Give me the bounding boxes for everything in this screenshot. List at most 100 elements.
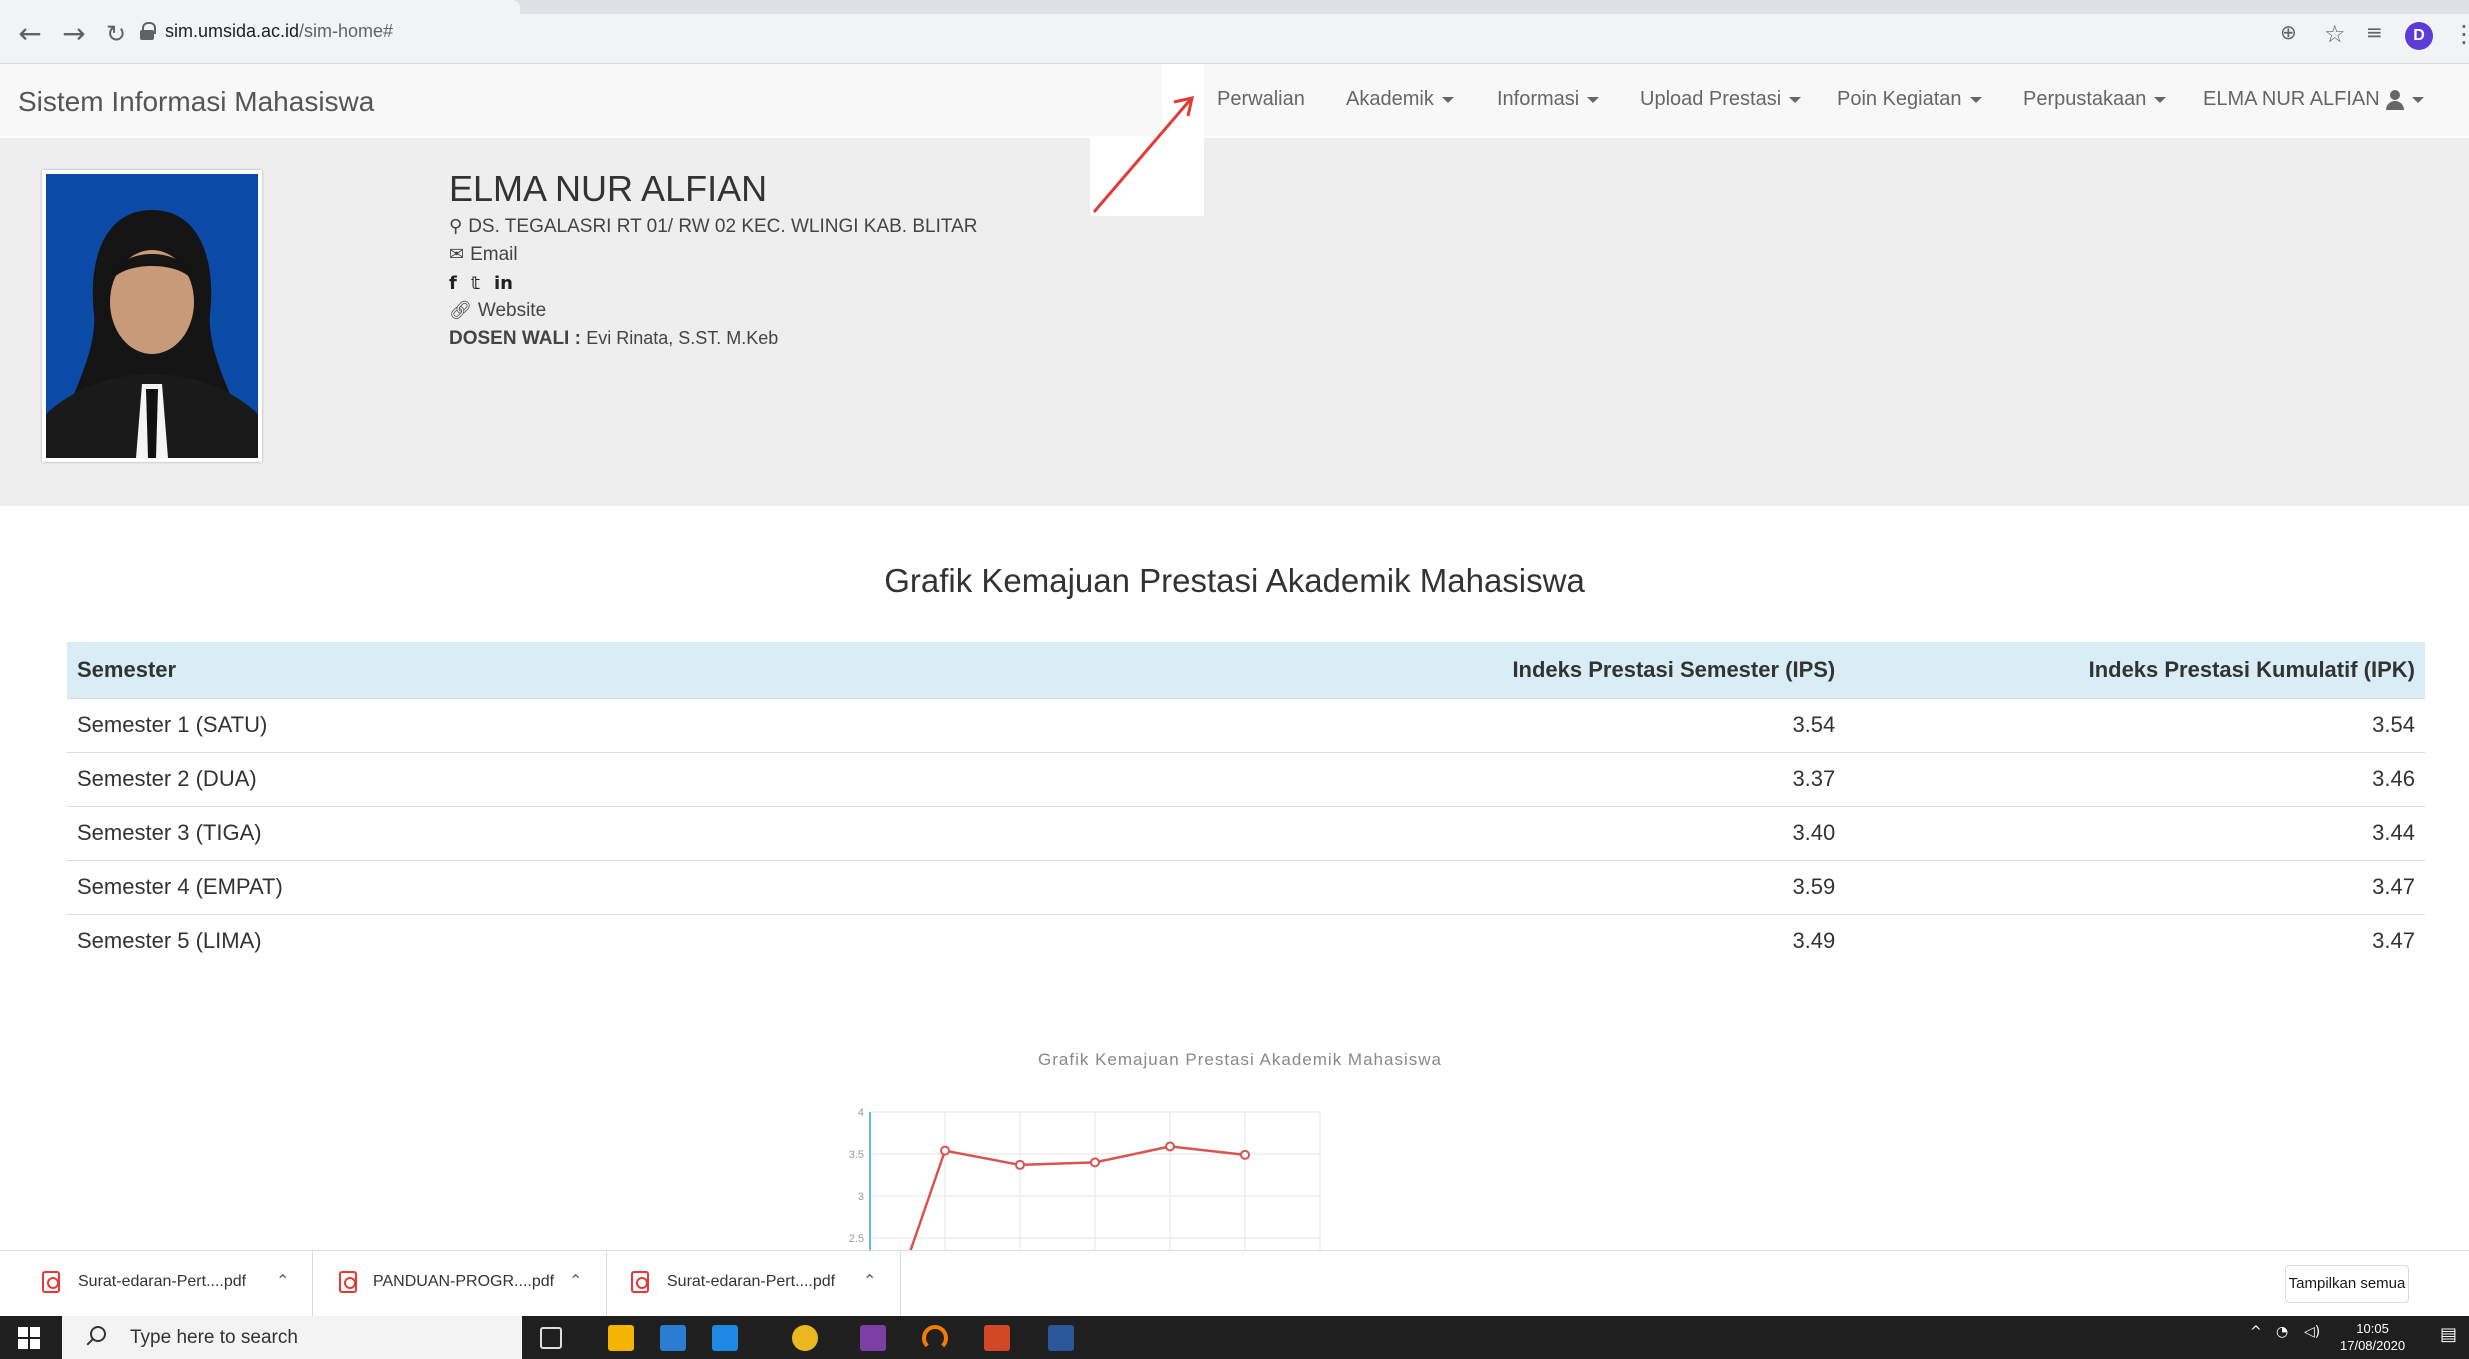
download-item[interactable]: Surat-edaran-Pert....pdf ⌃ <box>0 1251 313 1317</box>
download-filename: PANDUAN-PROGR....pdf <box>373 1273 555 1290</box>
annotation-red-arrow <box>1092 96 1194 213</box>
caret-down-icon <box>1969 96 1982 103</box>
reading-list-icon[interactable]: ≡ <box>2366 20 2383 44</box>
task-view-icon[interactable] <box>540 1327 562 1349</box>
forward-icon[interactable]: → <box>58 18 90 50</box>
ip-table: Semester Indeks Prestasi Semester (IPS) … <box>67 642 2425 968</box>
download-item[interactable]: Surat-edaran-Pert....pdf ⌃ <box>607 1251 901 1317</box>
cell-ipk: 3.46 <box>1875 751 2425 806</box>
cell-ips: 3.49 <box>425 913 1876 968</box>
browser-tab[interactable] <box>0 0 520 14</box>
show-all-downloads-button[interactable]: Tampilkan semua <box>2285 1265 2409 1303</box>
col-header-semester: Semester <box>67 642 426 698</box>
menu-kebab-icon[interactable]: ⋮ <box>2452 20 2469 48</box>
origin-icon[interactable] <box>922 1325 948 1351</box>
chevron-up-icon[interactable]: ⌃ <box>276 1271 289 1290</box>
back-icon[interactable]: ← <box>14 18 46 50</box>
nav-label: Upload Prestasi <box>1640 88 1782 110</box>
linkedin-icon[interactable]: in <box>494 273 513 294</box>
windows-start-icon[interactable] <box>18 1327 40 1349</box>
cell-ips: 3.54 <box>425 697 1876 752</box>
facebook-icon[interactable]: f <box>449 273 457 294</box>
link-icon: 🔗︎ <box>449 300 472 321</box>
chevron-up-icon[interactable]: ⌃ <box>569 1271 582 1290</box>
nav-user-label: ELMA NUR ALFIAN <box>2203 88 2380 110</box>
col-header-ips: Indeks Prestasi Semester (IPS) <box>425 642 1876 698</box>
caret-down-icon <box>1789 96 1802 103</box>
cell-semester: Semester 5 (LIMA) <box>67 913 426 968</box>
caret-down-icon <box>1587 96 1600 103</box>
tab-strip <box>0 0 2469 14</box>
cell-ips: 3.37 <box>425 751 1876 806</box>
user-icon <box>2385 89 2404 110</box>
store-icon[interactable] <box>660 1325 686 1351</box>
chrome-icon[interactable] <box>792 1325 818 1351</box>
ip-chart: Grafik Kemajuan Prestasi Akademik Mahasi… <box>840 1050 1640 1250</box>
notification-icon[interactable]: ▤ <box>2440 1324 2457 1345</box>
lock-icon[interactable] <box>140 22 156 40</box>
reload-icon[interactable]: ↻ <box>100 18 132 50</box>
nav-user-menu[interactable]: ELMA NUR ALFIAN <box>2203 88 2424 111</box>
cell-ipk: 3.54 <box>1875 697 2425 752</box>
brand-title[interactable]: Sistem Informasi Mahasiswa <box>18 86 374 118</box>
nav-akademik[interactable]: Akademik <box>1346 88 1454 111</box>
address-line: ⚲ DS. TEGALASRI RT 01/ RW 02 KEC. WLINGI … <box>449 216 977 238</box>
email-line[interactable]: ✉ Email <box>449 244 518 266</box>
cell-semester: Semester 4 (EMPAT) <box>67 859 426 914</box>
table-row: Semester 4 (EMPAT) 3.59 3.47 <box>67 859 2425 914</box>
portrait-illustration <box>46 174 258 458</box>
dosen-wali-label: DOSEN WALI : <box>449 328 581 349</box>
nav-label: Perpustakaan <box>2023 88 2147 110</box>
twitter-icon[interactable]: 𝕥 <box>471 273 480 294</box>
taskbar-search[interactable]: Type here to search <box>62 1316 522 1359</box>
cell-ips: 3.59 <box>425 859 1876 914</box>
powerpoint-icon[interactable] <box>984 1325 1010 1351</box>
chart-series-line <box>909 1145 1246 1250</box>
zoom-icon[interactable]: ⊕ <box>2280 20 2297 44</box>
chart-data-point <box>1015 1159 1025 1170</box>
dosen-wali-line: DOSEN WALI : Evi Rinata, S.ST. M.Keb <box>449 328 778 350</box>
tray-chevron-icon[interactable]: ^ <box>2250 1324 2262 1340</box>
search-icon <box>90 1326 106 1342</box>
word-icon[interactable] <box>1048 1325 1074 1351</box>
download-filename: Surat-edaran-Pert....pdf <box>667 1273 836 1290</box>
chevron-up-icon[interactable]: ⌃ <box>863 1271 876 1290</box>
chart-data-point <box>940 1145 950 1156</box>
url-host: sim.umsida.ac.id <box>165 21 300 41</box>
website-link[interactable]: Website <box>478 300 546 321</box>
browser-toolbar: ← → ↻ sim.umsida.ac.id/sim-home# ⊕ ☆ ≡ D… <box>0 0 2469 64</box>
download-filename: Surat-edaran-Pert....pdf <box>78 1273 247 1290</box>
nav-upload-prestasi[interactable]: Upload Prestasi <box>1640 88 1802 111</box>
nav-informasi[interactable]: Informasi <box>1497 88 1600 111</box>
section-title: Grafik Kemajuan Prestasi Akademik Mahasi… <box>884 562 1585 599</box>
app-navbar: Sistem Informasi Mahasiswa Perwalian Aka… <box>0 64 2469 202</box>
bookmark-star-icon[interactable]: ☆ <box>2324 20 2346 48</box>
profile-avatar[interactable]: D <box>2405 22 2433 50</box>
nav-poin-kegiatan[interactable]: Poin Kegiatan <box>1837 88 1982 111</box>
cell-semester: Semester 1 (SATU) <box>67 697 426 752</box>
file-explorer-icon[interactable] <box>608 1325 634 1351</box>
nav-perpustakaan[interactable]: Perpustakaan <box>2023 88 2167 111</box>
table-row: Semester 1 (SATU) 3.54 3.54 <box>67 697 2425 752</box>
email-link[interactable]: Email <box>470 244 518 265</box>
table-row: Semester 5 (LIMA) 3.49 3.47 <box>67 913 2425 968</box>
taskbar-clock[interactable]: 10:05 17/08/2020 <box>2340 1320 2405 1354</box>
cell-ips: 3.40 <box>425 805 1876 860</box>
nav-label: Poin Kegiatan <box>1837 88 1962 110</box>
chart-data-point <box>1165 1141 1175 1152</box>
nav-perwalian[interactable]: Perwalian <box>1217 88 1305 111</box>
wifi-icon[interactable]: ◔ <box>2276 1324 2288 1340</box>
caret-down-icon <box>2154 96 2167 103</box>
pdf-icon <box>42 1271 60 1293</box>
windows-taskbar: Type here to search ^ ◔ ◁) 10:05 17/08/20… <box>0 1316 2469 1359</box>
cell-ipk: 3.47 <box>1875 859 2425 914</box>
address-bar[interactable]: sim.umsida.ac.id/sim-home# <box>165 21 393 42</box>
download-item[interactable]: PANDUAN-PROGR....pdf ⌃ <box>313 1251 607 1317</box>
pdf-icon <box>631 1271 649 1293</box>
website-line[interactable]: 🔗︎ Website <box>449 300 546 322</box>
dosen-wali-name: Evi Rinata, S.ST. M.Keb <box>586 328 779 348</box>
onenote-icon[interactable] <box>860 1325 886 1351</box>
volume-icon[interactable]: ◁) <box>2304 1324 2320 1340</box>
envelope-icon: ✉ <box>449 244 465 265</box>
mail-icon[interactable] <box>712 1325 738 1351</box>
